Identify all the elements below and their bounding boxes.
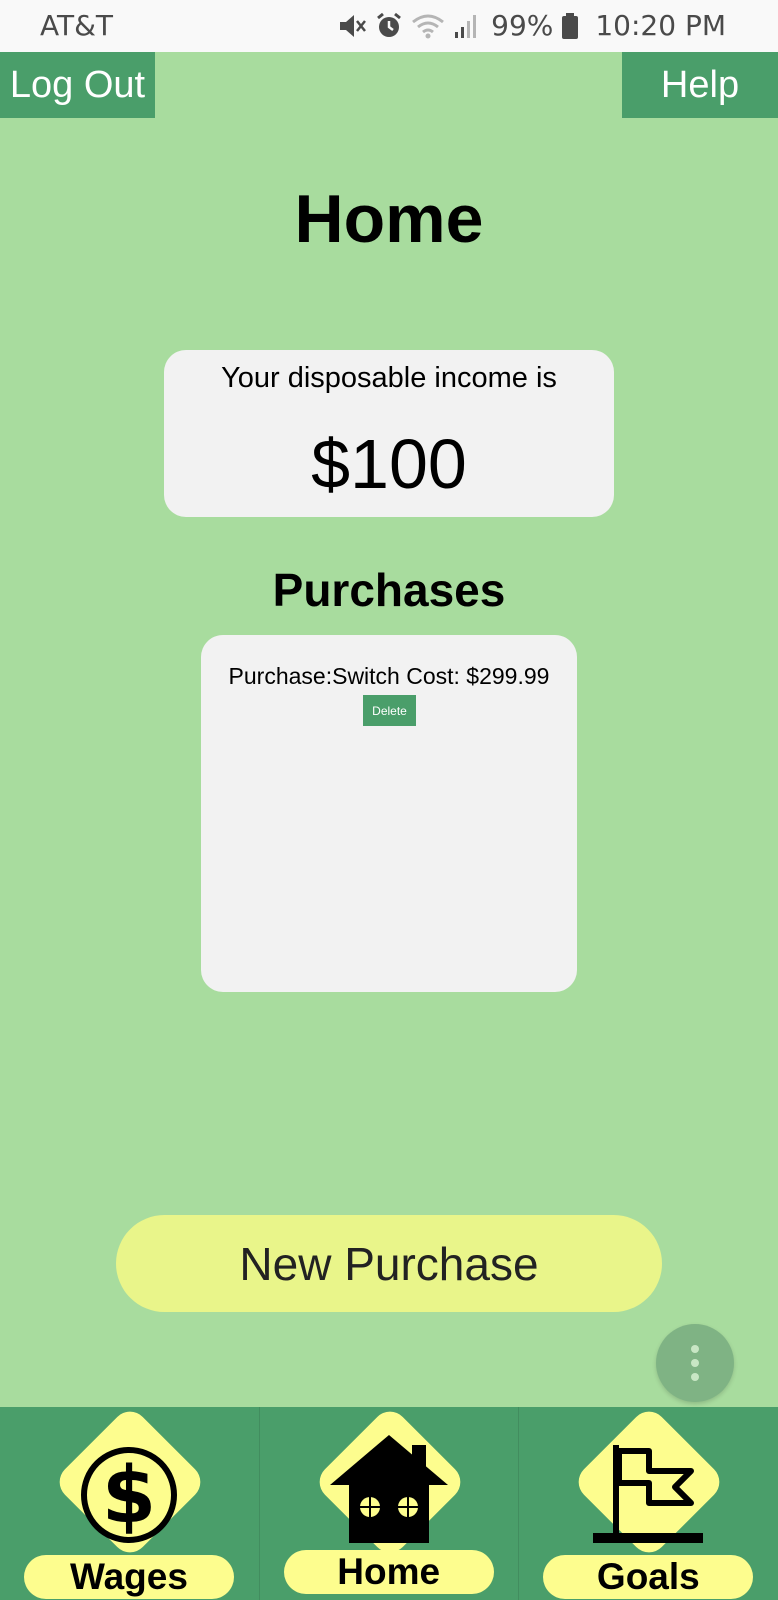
purchase-item-text: Purchase:Switch Cost: $299.99 (228, 663, 550, 689)
svg-text:$: $ (102, 1451, 156, 1541)
help-button[interactable]: Help (622, 52, 778, 118)
nav-label-home: Home (283, 1550, 494, 1594)
bottom-nav: $ Wages Home Goals (0, 1407, 778, 1600)
more-options-button[interactable] (656, 1324, 734, 1402)
clock: 10:20 PM (595, 9, 726, 42)
nav-label-wages: Wages (24, 1555, 234, 1599)
income-card: Your disposable income is $100 (164, 350, 614, 517)
mute-icon (337, 12, 367, 40)
status-bar: AT&T 99% 10:20 PM (0, 0, 778, 52)
nav-item-goals[interactable]: Goals (519, 1407, 778, 1600)
status-icons: 99% 10:20 PM (337, 9, 726, 42)
battery-percent: 99% (491, 9, 554, 42)
battery-icon (561, 12, 579, 40)
income-label: Your disposable income is (221, 362, 557, 394)
purchases-title: Purchases (272, 564, 506, 616)
purchases-list: Purchase:Switch Cost: $299.99 Delete (201, 635, 577, 992)
nav-label-goals: Goals (543, 1555, 754, 1599)
alarm-icon (375, 12, 403, 40)
log-out-button[interactable]: Log Out (0, 52, 155, 118)
carrier-label: AT&T (40, 9, 114, 42)
nav-item-home[interactable]: Home (260, 1407, 520, 1600)
new-purchase-button[interactable]: New Purchase (116, 1215, 662, 1312)
delete-purchase-button[interactable]: Delete (363, 695, 416, 726)
nav-item-wages[interactable]: $ Wages (0, 1407, 260, 1600)
income-value: $100 (311, 425, 467, 503)
signal-icon (453, 12, 479, 40)
wifi-icon (411, 12, 445, 40)
page-title: Home (294, 181, 484, 257)
